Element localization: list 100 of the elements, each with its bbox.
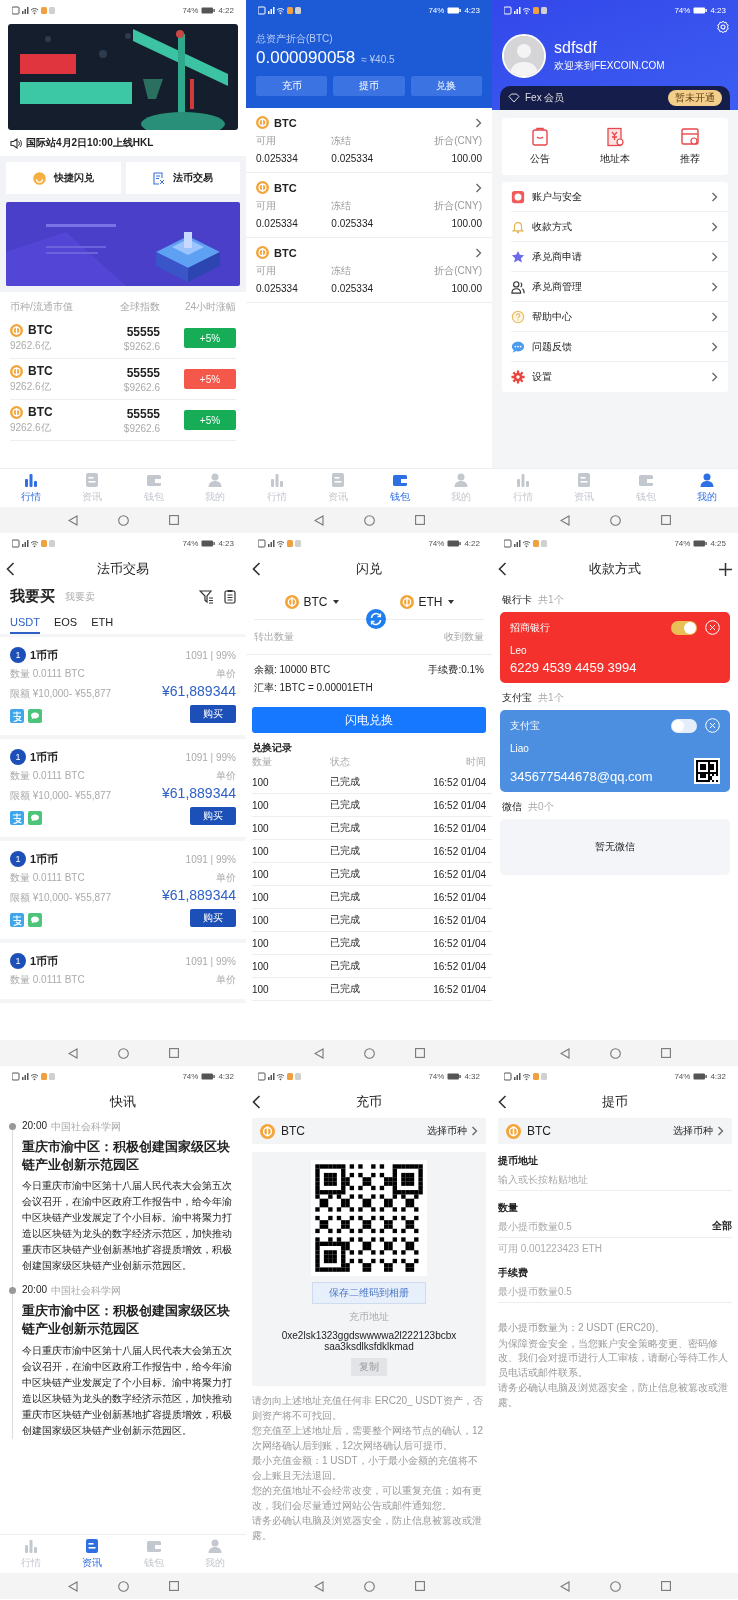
recents-icon[interactable] bbox=[168, 515, 179, 525]
coin-selector[interactable]: BTC bbox=[284, 595, 339, 609]
table-cell-text: 已完成 bbox=[330, 775, 361, 789]
select-coin-link[interactable]: 选择币种 bbox=[673, 1124, 724, 1138]
home-icon[interactable] bbox=[117, 1047, 129, 1059]
back-icon[interactable] bbox=[6, 562, 15, 576]
back-icon[interactable] bbox=[252, 1095, 261, 1109]
battery-icon bbox=[447, 539, 462, 547]
news-source: 中国社会科学网 bbox=[51, 1120, 122, 1134]
table-cell-text: 16:52 01/04 bbox=[432, 960, 486, 972]
toggle-switch[interactable] bbox=[671, 718, 697, 733]
buy-button[interactable]: 购买 bbox=[190, 807, 236, 825]
back-icon[interactable] bbox=[498, 562, 507, 576]
recents-icon[interactable] bbox=[660, 1048, 671, 1058]
shortcut-button[interactable]: 推荐 bbox=[652, 127, 728, 166]
chart-icon bbox=[268, 472, 285, 488]
all-button[interactable]: 全部 bbox=[712, 1219, 732, 1233]
document-icon bbox=[576, 472, 593, 488]
field-label: 提币地址 bbox=[498, 1154, 539, 1168]
coin-icon bbox=[10, 405, 23, 419]
recents-icon[interactable] bbox=[414, 515, 425, 525]
available-text: 可用 0.001223423 ETH bbox=[498, 1242, 603, 1256]
coin-selector[interactable]: ETH bbox=[399, 595, 454, 609]
note-text: 请勿向上述地址充值任何非 ERC20_ USDT资产，否则资产将不可找回。 bbox=[252, 1394, 484, 1423]
home-icon[interactable] bbox=[363, 1047, 375, 1059]
input-field[interactable]: 最小提币数量0.5 bbox=[498, 1280, 732, 1302]
clock: 4:23 bbox=[218, 538, 234, 548]
index-value: 55555 bbox=[126, 324, 160, 339]
input-field[interactable]: 输入或长按粘贴地址 bbox=[498, 1168, 732, 1190]
recents-icon[interactable] bbox=[168, 1048, 179, 1058]
usd-value: $9262.6 bbox=[123, 340, 160, 352]
back-icon[interactable] bbox=[498, 1095, 507, 1109]
news-headline[interactable]: 重庆市渝中区：积极创建国家级区块链产业创新示范园区 bbox=[22, 1302, 236, 1339]
nav-tab[interactable]: 我的 bbox=[676, 469, 738, 507]
action-button[interactable]: 兑换 bbox=[410, 76, 482, 96]
table-cell-text: 16:52 01/04 bbox=[432, 776, 486, 788]
person-icon bbox=[207, 472, 224, 488]
page-title: 快讯 bbox=[110, 1093, 136, 1111]
menu-item[interactable]: 帮助中心 bbox=[511, 302, 728, 332]
buy-button[interactable]: 购买 bbox=[190, 909, 236, 927]
input-field[interactable]: 最小提币数量0.5 bbox=[498, 1215, 712, 1237]
menu-item[interactable]: 设置 bbox=[511, 362, 728, 392]
nav-tab[interactable]: 资讯 bbox=[61, 1535, 123, 1573]
mode-tab[interactable]: 我要买 bbox=[10, 587, 55, 606]
table-cell-text: 已完成 bbox=[330, 821, 361, 835]
home-icon[interactable] bbox=[117, 1580, 129, 1592]
shortcut-button[interactable]: 法币交易 bbox=[125, 162, 240, 194]
recents-icon[interactable] bbox=[660, 1581, 671, 1591]
coin-tab[interactable]: USDT bbox=[10, 612, 40, 634]
back-icon[interactable] bbox=[252, 562, 261, 576]
exchange-button[interactable]: 闪电兑换 bbox=[252, 707, 486, 733]
notice-board-icon bbox=[529, 127, 550, 147]
signal-icon bbox=[504, 5, 548, 15]
menu-item[interactable]: 承兑商申请 bbox=[511, 242, 728, 272]
recents-icon[interactable] bbox=[660, 515, 671, 525]
recents-icon[interactable] bbox=[414, 1048, 425, 1058]
toggle-switch[interactable] bbox=[671, 620, 697, 635]
nav-tab[interactable]: 行情 bbox=[0, 469, 62, 507]
swap-icon[interactable] bbox=[366, 609, 386, 629]
recents-icon[interactable] bbox=[168, 1581, 179, 1591]
news-headline[interactable]: 重庆市渝中区：积极创建国家级区块链产业创新示范园区 bbox=[22, 1138, 236, 1175]
shortcut-button[interactable]: 公告 bbox=[502, 127, 578, 166]
buy-button[interactable]: 购买 bbox=[190, 705, 236, 723]
coin-icon bbox=[260, 1123, 275, 1139]
membership-label: Fex 会员 bbox=[525, 91, 565, 105]
plus-icon[interactable] bbox=[719, 562, 732, 576]
coin-name: BTC bbox=[281, 1124, 305, 1138]
coin-name: BTC bbox=[274, 181, 297, 194]
home-icon[interactable] bbox=[609, 1580, 621, 1592]
select-coin-link[interactable]: 选择币种 bbox=[427, 1124, 478, 1138]
table-cell-text: 16:52 01/04 bbox=[432, 937, 486, 949]
home-icon[interactable] bbox=[363, 514, 375, 526]
home-icon[interactable] bbox=[609, 1047, 621, 1059]
home-icon[interactable] bbox=[609, 514, 621, 526]
menu-item[interactable]: 收款方式 bbox=[511, 212, 728, 242]
save-qr-button[interactable]: 保存二维码到相册 bbox=[312, 1282, 426, 1304]
coin-tab[interactable]: EOS bbox=[53, 612, 78, 634]
close-icon[interactable] bbox=[705, 718, 720, 733]
menu-item[interactable]: 承兑商管理 bbox=[511, 272, 728, 302]
settings-icon[interactable] bbox=[716, 20, 730, 34]
table-cell-text: 100 bbox=[252, 937, 270, 949]
clipboard-icon[interactable] bbox=[224, 589, 236, 604]
close-icon[interactable] bbox=[705, 620, 720, 635]
membership-badge[interactable]: 暂未开通 bbox=[668, 90, 722, 106]
home-icon[interactable] bbox=[117, 514, 129, 526]
shortcut-button[interactable]: 快捷闪兑 bbox=[6, 162, 121, 194]
home-icon[interactable] bbox=[363, 1580, 375, 1592]
action-button[interactable]: 充币 bbox=[256, 76, 328, 96]
menu-item[interactable]: 问题反馈 bbox=[511, 332, 728, 362]
coin-tab[interactable]: ETH bbox=[91, 612, 114, 634]
recents-icon[interactable] bbox=[414, 1581, 425, 1591]
nav-tab[interactable]: 钱包 bbox=[369, 469, 431, 507]
table-cell-text: 100 bbox=[252, 983, 270, 995]
action-button[interactable]: 提币 bbox=[333, 76, 405, 96]
menu-item[interactable]: 账户与安全 bbox=[511, 182, 728, 212]
filter-icon[interactable] bbox=[199, 589, 214, 604]
field-label: 手续费 bbox=[498, 1266, 529, 1280]
shortcut-button[interactable]: 地址本 bbox=[577, 127, 653, 166]
column-header: 数量 bbox=[252, 755, 273, 769]
chevron-icon bbox=[711, 251, 718, 262]
